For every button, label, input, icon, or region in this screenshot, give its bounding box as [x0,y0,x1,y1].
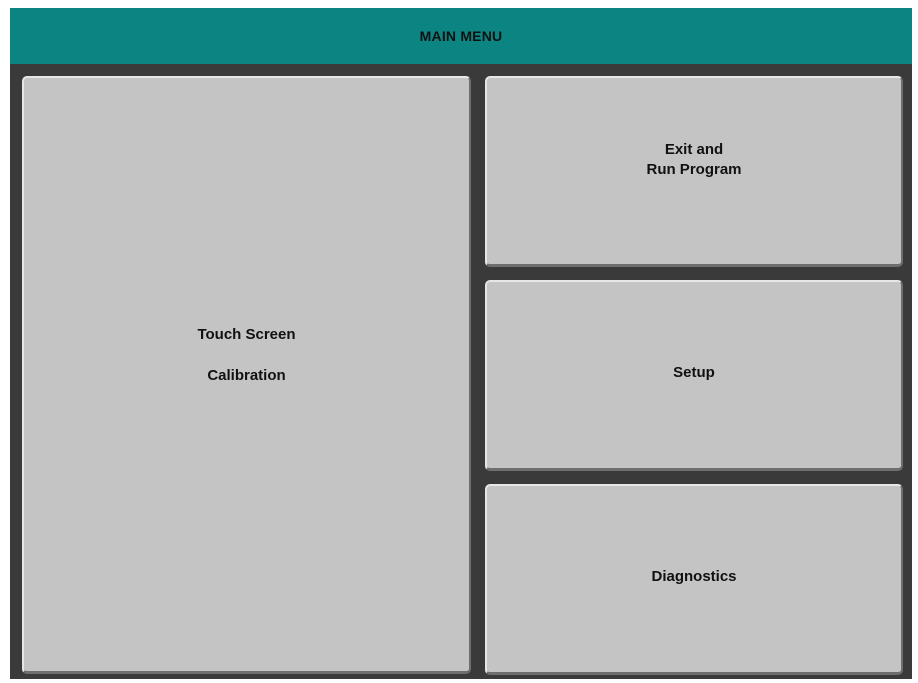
exit-label-group: Exit and Run Program [646,140,741,180]
exit-label-line1: Exit and [664,141,724,158]
calibration-label-group: Touch Screen Calibration [197,325,295,386]
setup-button[interactable]: Setup [485,280,903,471]
diagnostics-button[interactable]: Diagnostics [485,484,903,675]
setup-label: Setup [673,363,715,381]
exit-label-line2: Run Program [646,161,742,178]
title-bar: MAIN MENU [10,8,912,64]
calibration-label-line1: Touch Screen [197,326,296,344]
calibration-label-line2: Calibration [207,366,286,384]
touch-screen-calibration-button[interactable]: Touch Screen Calibration [22,76,471,674]
diagnostics-label: Diagnostics [651,567,737,585]
exit-and-run-program-button[interactable]: Exit and Run Program [485,76,903,267]
page-title: MAIN MENU [419,28,503,44]
